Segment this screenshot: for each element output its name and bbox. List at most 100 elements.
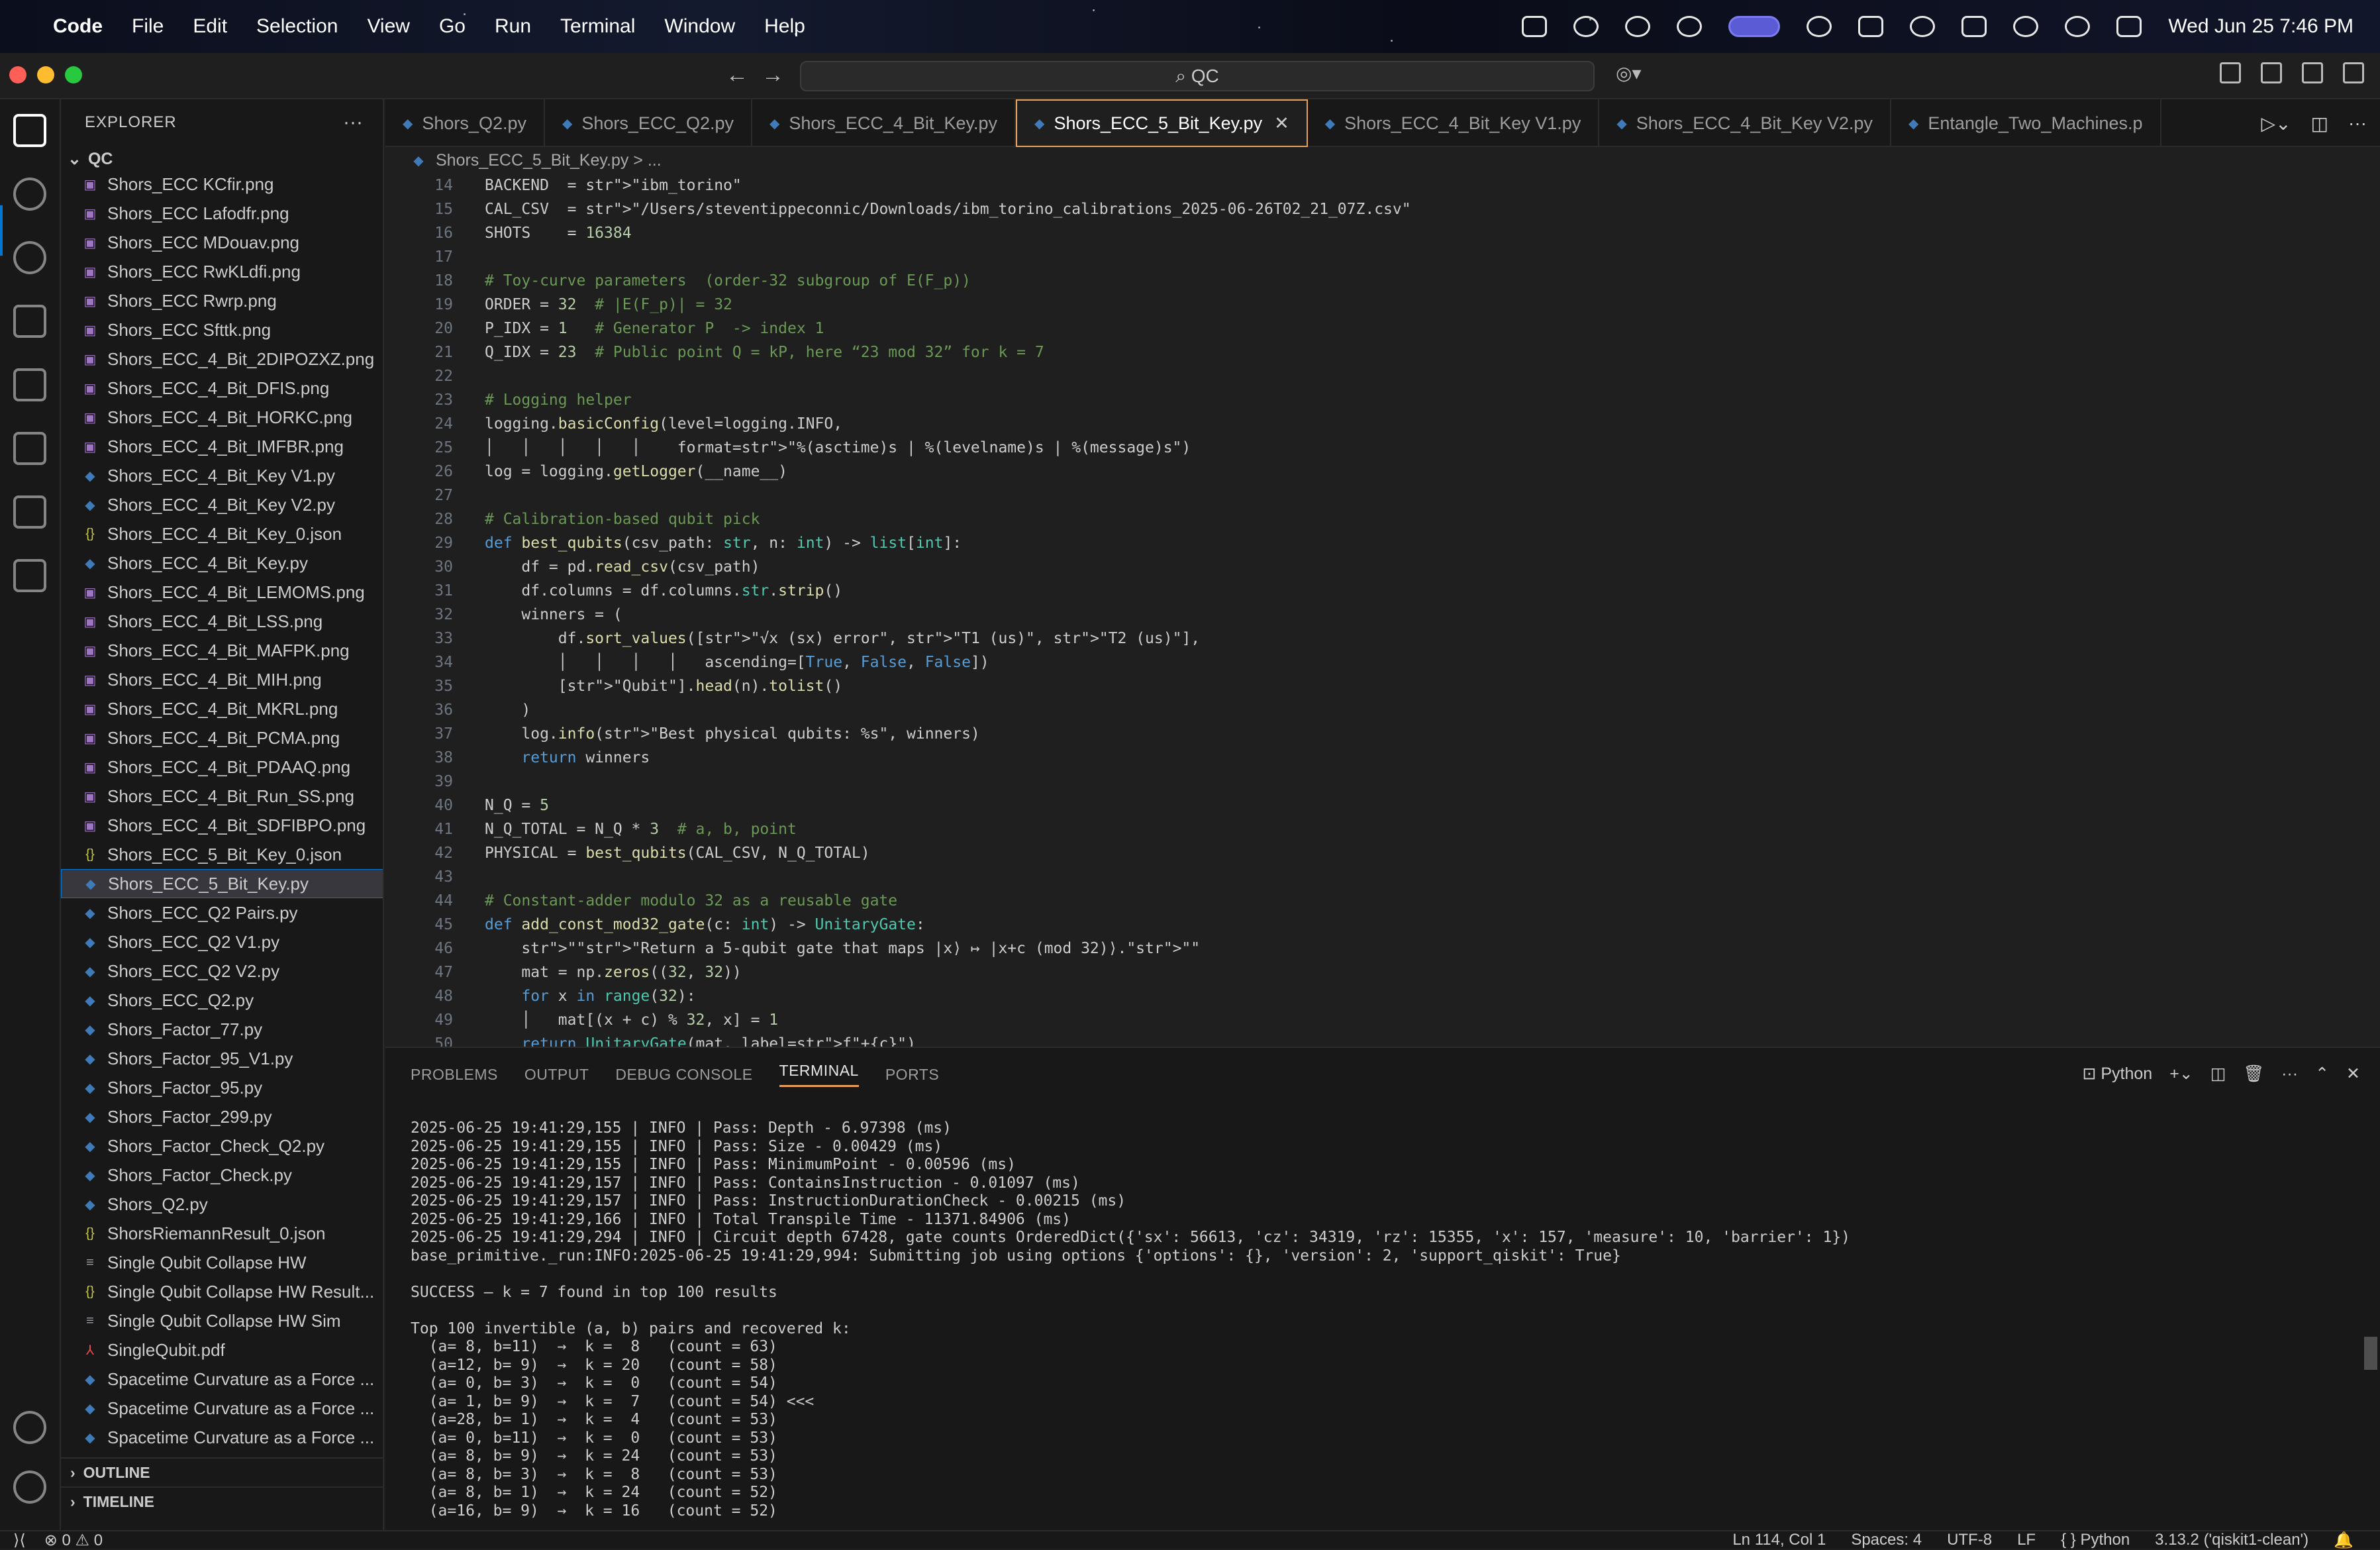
file-item[interactable]: ◆ Shors_Factor_95.py bbox=[61, 1073, 383, 1102]
code-line[interactable]: 45 def add_const_mod32_gate(c: int) -> Un… bbox=[385, 913, 2380, 937]
file-item[interactable]: {} Shors_ECC_4_Bit_Key_0.json bbox=[61, 519, 383, 548]
menu-view[interactable]: View bbox=[367, 15, 409, 38]
file-item[interactable]: ◆ Shors_Factor_Check_Q2.py bbox=[61, 1131, 383, 1161]
file-item[interactable]: ◆ Shors_ECC_Q2 V2.py bbox=[61, 956, 383, 986]
menu-terminal[interactable]: Terminal bbox=[560, 15, 635, 38]
editor-tab[interactable]: ◆ Shors_Q2.py bbox=[385, 99, 545, 147]
file-item[interactable]: ▣ Shors_ECC_4_Bit_LEMOMS.png bbox=[61, 578, 383, 607]
file-item[interactable]: ⅄ SingleQubit.pdf bbox=[61, 1335, 383, 1365]
remote-explorer-icon[interactable] bbox=[13, 495, 46, 529]
extensions-icon[interactable] bbox=[13, 368, 46, 401]
outline-section[interactable]: › OUTLINE bbox=[61, 1457, 383, 1486]
settings-gear-icon[interactable] bbox=[13, 1471, 46, 1504]
file-item[interactable]: ◆ Shors_ECC_4_Bit_Key.py bbox=[61, 548, 383, 578]
file-item[interactable]: ▣ Shors_ECC_4_Bit_DFIS.png bbox=[61, 374, 383, 403]
file-item[interactable]: ◆ Shors_ECC_Q2 V1.py bbox=[61, 927, 383, 956]
command-center-search[interactable]: ⌕ QC bbox=[800, 61, 1595, 91]
file-item[interactable]: ▣ Shors_ECC_4_Bit_PDAAQ.png bbox=[61, 752, 383, 782]
indentation[interactable]: Spaces: 4 bbox=[1851, 1531, 1922, 1550]
wifi-icon[interactable] bbox=[2013, 16, 2039, 37]
file-item[interactable]: ▣ Shors_ECC_4_Bit_SDFIBPO.png bbox=[61, 811, 383, 840]
code-line[interactable]: 20 P_IDX = 1 # Generator P -> index 1 bbox=[385, 317, 2380, 340]
code-line[interactable]: 28 # Calibration-based qubit pick bbox=[385, 507, 2380, 531]
editor-tab[interactable]: ◆ Shors_ECC_Q2.py bbox=[545, 99, 752, 147]
editor-tab[interactable]: ◆ Shors_ECC_4_Bit_Key V2.py bbox=[1599, 99, 1891, 147]
python-interpreter[interactable]: 3.13.2 ('qiskit1-clean') bbox=[2155, 1531, 2308, 1550]
vlc-icon[interactable] bbox=[1522, 16, 1548, 37]
editor-tab[interactable]: ◆ Shors_ECC_5_Bit_Key.py ✕ bbox=[1016, 99, 1308, 147]
split-editor-icon[interactable]: ◫ bbox=[2311, 113, 2328, 134]
code-line[interactable]: 16 SHOTS = 16384 bbox=[385, 221, 2380, 245]
file-item[interactable]: ▣ Shors_ECC_4_Bit_2DIPOZXZ.png bbox=[61, 344, 383, 374]
file-item[interactable]: ▣ Shors_ECC_4_Bit_MKRL.png bbox=[61, 694, 383, 723]
code-line[interactable]: 49 │ mat[(x + c) % 32, x] = 1 bbox=[385, 1008, 2380, 1032]
toggle-secondary-sidebar-icon[interactable] bbox=[2343, 62, 2364, 83]
file-item[interactable]: ≡ Single Qubit Collapse HW bbox=[61, 1248, 383, 1277]
code-line[interactable]: 30 df = pd.read_csv(csv_path) bbox=[385, 555, 2380, 579]
code-line[interactable]: 36 ) bbox=[385, 698, 2380, 722]
code-line[interactable]: 21 Q_IDX = 23 # Public point Q = kP, here… bbox=[385, 340, 2380, 364]
code-line[interactable]: 17 bbox=[385, 245, 2380, 269]
file-item[interactable]: ≡ Single Qubit Collapse HW Sim bbox=[61, 1306, 383, 1335]
tab-terminal[interactable]: TERMINAL bbox=[779, 1062, 859, 1087]
code-line[interactable]: 25 │ │ │ │ │ format=str">"%(asctime)s | %… bbox=[385, 436, 2380, 460]
maximize-panel-icon[interactable]: ⌃ bbox=[2315, 1064, 2329, 1084]
code-line[interactable]: 38 return winners bbox=[385, 746, 2380, 770]
menu-run[interactable]: Run bbox=[495, 15, 531, 38]
customize-layout-icon[interactable] bbox=[2220, 62, 2241, 83]
end-of-line[interactable]: LF bbox=[2017, 1531, 2036, 1550]
code-line[interactable]: 31 df.columns = df.columns.str.strip() bbox=[385, 579, 2380, 603]
run-python-file-icon[interactable]: ▷⌄ bbox=[2261, 113, 2291, 134]
control-center-icon[interactable] bbox=[2116, 16, 2142, 37]
source-control-icon[interactable] bbox=[13, 241, 46, 274]
more-actions-icon[interactable]: ··· bbox=[2348, 113, 2367, 134]
encoding[interactable]: UTF-8 bbox=[1947, 1531, 1992, 1550]
play-icon[interactable] bbox=[1807, 16, 1832, 37]
code-line[interactable]: 40 N_Q = 5 bbox=[385, 794, 2380, 817]
battery-icon[interactable] bbox=[1961, 16, 1987, 37]
display-icon[interactable] bbox=[1858, 16, 1884, 37]
file-item[interactable]: ◆ Shors_ECC_5_Bit_Key.py bbox=[61, 869, 383, 898]
more-actions-icon[interactable]: ··· bbox=[343, 111, 363, 134]
terminal-output[interactable]: 2025-06-25 19:41:29,155 | INFO | Pass: D… bbox=[411, 1119, 2357, 1525]
menu-selection[interactable]: Selection bbox=[256, 15, 338, 38]
file-item[interactable]: ◆ Spacetime Curvature as a Force ... bbox=[61, 1423, 383, 1452]
code-line[interactable]: 14 BACKEND = str">"ibm_torino" bbox=[385, 174, 2380, 197]
notifications-bell-icon[interactable]: 🔔 bbox=[2334, 1531, 2354, 1550]
explorer-icon[interactable] bbox=[13, 114, 46, 147]
search-icon[interactable] bbox=[13, 178, 46, 211]
file-item[interactable]: ▣ Shors_ECC_4_Bit_PCMA.png bbox=[61, 723, 383, 752]
code-line[interactable]: 41 N_Q_TOTAL = N_Q * 3 # a, b, point bbox=[385, 817, 2380, 841]
tab-ports[interactable]: PORTS bbox=[885, 1066, 939, 1084]
file-item[interactable]: {} Shors_ECC_5_Bit_Key_0.json bbox=[61, 840, 383, 869]
code-line[interactable]: 42 PHYSICAL = best_qubits(CAL_CSV, N_Q_TO… bbox=[385, 841, 2380, 865]
code-line[interactable]: 34 │ │ │ │ ascending=[True, False, False… bbox=[385, 650, 2380, 674]
problems-count[interactable]: ⊗ 0 ⚠ 0 bbox=[44, 1531, 103, 1550]
file-item[interactable]: {} Single Qubit Collapse HW Result... bbox=[61, 1277, 383, 1306]
terminal-scrollbar[interactable] bbox=[2364, 1337, 2377, 1370]
file-item[interactable]: ▣ Shors_ECC Lafodfr.png bbox=[61, 199, 383, 228]
code-line[interactable]: 24 logging.basicConfig(level=logging.INFO… bbox=[385, 412, 2380, 436]
menu-file[interactable]: File bbox=[132, 15, 164, 38]
editor-tab[interactable]: ◆ Shors_ECC_4_Bit_Key.py bbox=[752, 99, 1016, 147]
file-item[interactable]: ◆ Shors_ECC_Q2.py bbox=[61, 986, 383, 1015]
moon-icon[interactable] bbox=[1910, 16, 1936, 37]
menu-go[interactable]: Go bbox=[439, 15, 466, 38]
spotlight-search-icon[interactable] bbox=[2065, 16, 2091, 37]
code-line[interactable]: 47 mat = np.zeros((32, 32)) bbox=[385, 960, 2380, 984]
toggle-panel-icon[interactable] bbox=[2302, 62, 2323, 83]
file-item[interactable]: ▣ Shors_ECC_4_Bit_LSS.png bbox=[61, 607, 383, 636]
openai-icon[interactable] bbox=[1677, 16, 1703, 37]
file-item[interactable]: ◆ Shors_ECC_Q2 Pairs.py bbox=[61, 898, 383, 927]
file-item[interactable]: ◆ Shors_Factor_299.py bbox=[61, 1102, 383, 1131]
code-line[interactable]: 33 df.sort_values([str">"√x (sx) error",… bbox=[385, 627, 2380, 650]
code-line[interactable]: 26 log = logging.getLogger(__name__) bbox=[385, 460, 2380, 484]
code-line[interactable]: 44 # Constant-adder modulo 32 as a reusab… bbox=[385, 889, 2380, 913]
file-item[interactable]: ▣ Shors_ECC Sfttk.png bbox=[61, 315, 383, 344]
remote-indicator-icon[interactable]: ⟩⟨ bbox=[13, 1531, 26, 1550]
cursor-position[interactable]: Ln 114, Col 1 bbox=[1732, 1531, 1826, 1550]
file-item[interactable]: ▣ Shors_ECC_4_Bit_IMFBR.png bbox=[61, 432, 383, 461]
timeline-section[interactable]: › TIMELINE bbox=[61, 1486, 383, 1516]
terminal-profile[interactable]: ⊡ Python bbox=[2082, 1064, 2152, 1084]
code-line[interactable]: 19 ORDER = 32 # |E(F_p)| = 32 bbox=[385, 293, 2380, 317]
